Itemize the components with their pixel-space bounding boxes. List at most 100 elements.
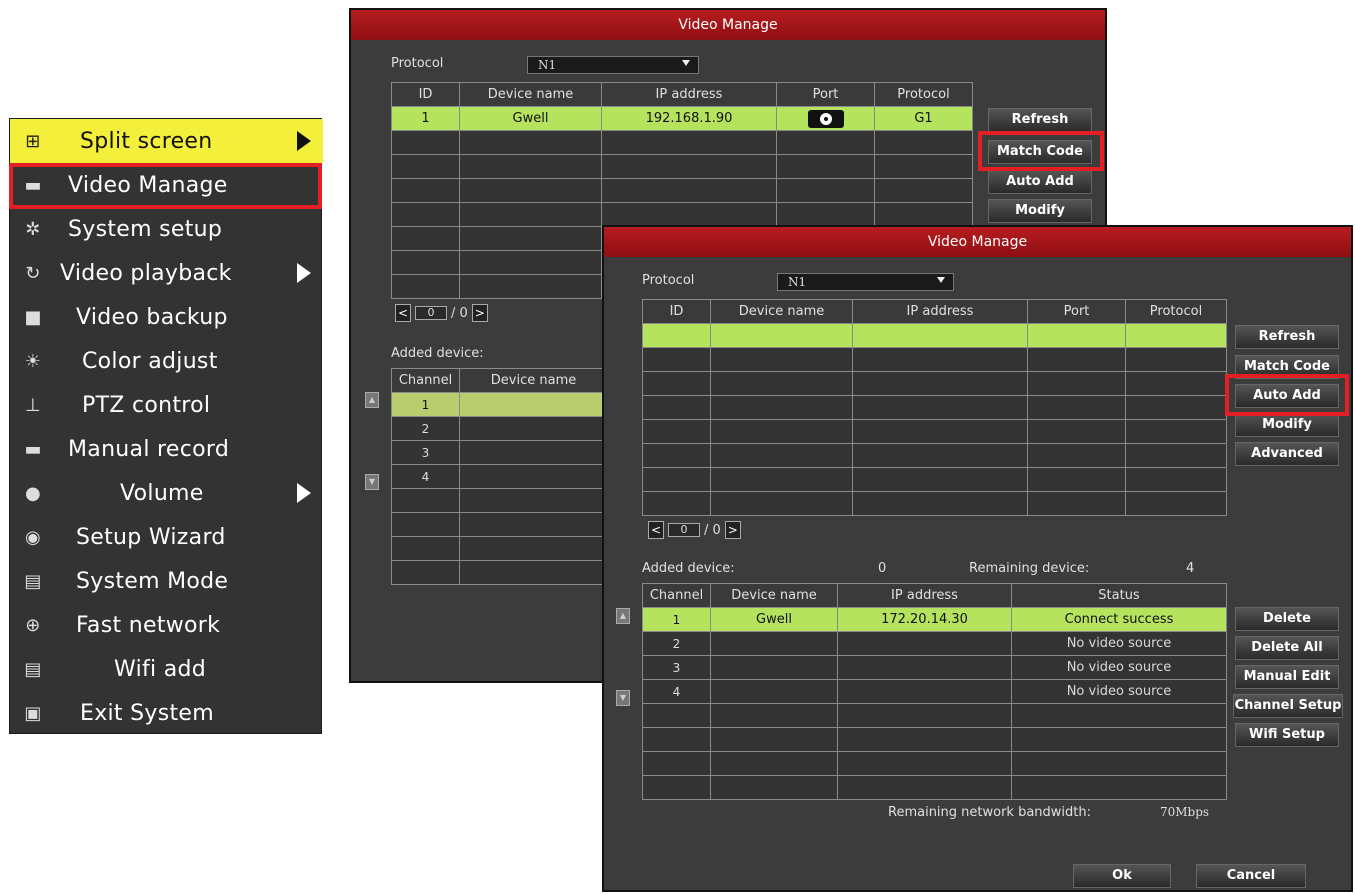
table-row[interactable]: 3 xyxy=(391,440,608,465)
col-device-name: Device name xyxy=(710,583,838,608)
menu-item-wifi-add[interactable]: ▤ Wifi add xyxy=(10,647,323,691)
cell-ip: 192.168.1.90 xyxy=(601,106,777,131)
page-input[interactable]: 0 xyxy=(668,523,700,537)
table-row[interactable] xyxy=(391,488,608,513)
ok-button[interactable]: Ok xyxy=(1073,864,1171,888)
table-row[interactable] xyxy=(391,178,973,203)
scroll-down-button[interactable]: ▼ xyxy=(365,474,379,490)
delete-all-button[interactable]: Delete All xyxy=(1235,636,1339,660)
menu-item-label: Wifi add xyxy=(114,656,207,682)
cell-ip xyxy=(837,655,1012,680)
cell-channel: 2 xyxy=(391,416,460,441)
delete-button[interactable]: Delete xyxy=(1235,607,1339,631)
next-page-button[interactable]: > xyxy=(724,521,741,539)
table-row[interactable]: 2 No video source xyxy=(642,631,1227,656)
menu-item-label: Exit System xyxy=(80,700,214,726)
prev-page-button[interactable]: < xyxy=(648,521,664,539)
table-row[interactable] xyxy=(642,467,1227,492)
table-row[interactable] xyxy=(642,395,1227,420)
menu-item-manual-record[interactable]: ▬ Manual record xyxy=(10,427,323,471)
table-row[interactable] xyxy=(642,751,1227,776)
menu-item-video-playback[interactable]: ↻ Video playback xyxy=(10,251,323,295)
table-row[interactable]: 1 Gwell 172.20.14.30 Connect success xyxy=(642,607,1227,632)
table-row[interactable]: 4 No video source xyxy=(642,679,1227,704)
modify-button[interactable]: Modify xyxy=(1235,413,1339,437)
cell-channel: 3 xyxy=(391,440,460,465)
eye-icon[interactable] xyxy=(807,109,844,128)
menu-item-volume[interactable]: ● Volume xyxy=(10,471,323,515)
camera-icon: ▬ xyxy=(24,174,42,196)
added-device-table: Channel Device name 1 2 3 4 xyxy=(391,368,608,585)
scroll-down-button[interactable]: ▼ xyxy=(616,690,630,706)
col-ip-address: IP address xyxy=(837,583,1012,608)
remaining-device-count: 4 xyxy=(1186,561,1195,576)
cell-device-name xyxy=(710,679,838,704)
cell-device-name xyxy=(710,631,838,656)
prev-page-button[interactable]: < xyxy=(395,304,411,322)
protocol-select[interactable]: N1 xyxy=(777,273,954,291)
wifi-setup-button[interactable]: Wifi Setup xyxy=(1235,723,1339,747)
chevron-down-icon xyxy=(937,277,945,283)
record-icon: ▬ xyxy=(24,438,42,460)
chevron-right-icon xyxy=(297,131,311,151)
match-code-button[interactable]: Match Code xyxy=(1235,355,1339,379)
refresh-button[interactable]: Refresh xyxy=(988,108,1092,132)
cancel-button[interactable]: Cancel xyxy=(1196,864,1306,888)
cell-channel: 1 xyxy=(391,392,460,417)
table-row[interactable] xyxy=(391,154,973,179)
menu-item-split-screen[interactable]: ⊞ Split screen xyxy=(10,119,323,163)
menu-item-system-mode[interactable]: ▤ System Mode xyxy=(10,559,323,603)
table-row[interactable]: 3 No video source xyxy=(642,655,1227,680)
ptz-icon: ⊥ xyxy=(25,394,41,416)
table-row[interactable] xyxy=(642,419,1227,444)
scroll-up-button[interactable]: ▲ xyxy=(616,608,630,624)
table-row[interactable] xyxy=(391,202,973,227)
refresh-button[interactable]: Refresh xyxy=(1235,325,1339,349)
table-row[interactable] xyxy=(391,560,608,585)
menu-item-system-setup[interactable]: ✲ System setup xyxy=(10,207,323,251)
next-page-button[interactable]: > xyxy=(471,304,488,322)
table-row[interactable]: 1 Gwell 192.168.1.90 G1 xyxy=(391,106,973,131)
table-row[interactable] xyxy=(642,371,1227,396)
match-code-button[interactable]: Match Code xyxy=(988,140,1092,164)
auto-add-button[interactable]: Auto Add xyxy=(1235,384,1339,408)
table-row[interactable] xyxy=(642,347,1227,372)
table-row[interactable]: 4 xyxy=(391,464,608,489)
table-row[interactable] xyxy=(391,512,608,537)
menu-item-video-backup[interactable]: ■ Video backup xyxy=(10,295,323,339)
table-row[interactable] xyxy=(642,727,1227,752)
table-row[interactable] xyxy=(642,775,1227,800)
gear-icon: ✲ xyxy=(25,218,41,240)
search-device-table: ID Device name IP address Port Protocol xyxy=(642,299,1227,516)
table-row[interactable] xyxy=(642,491,1227,516)
table-row[interactable]: 2 xyxy=(391,416,608,441)
advanced-button[interactable]: Advanced xyxy=(1235,442,1339,466)
modify-button[interactable]: Modify xyxy=(988,199,1092,223)
table-row[interactable] xyxy=(642,703,1227,728)
manual-edit-button[interactable]: Manual Edit xyxy=(1235,665,1339,689)
col-port: Port xyxy=(776,82,875,107)
menu-item-video-manage[interactable]: ▬ Video Manage xyxy=(10,163,323,207)
col-protocol: Protocol xyxy=(874,82,973,107)
auto-add-button[interactable]: Auto Add xyxy=(988,170,1092,194)
menu-item-color-adjust[interactable]: ☀ Color adjust xyxy=(10,339,323,383)
table-row[interactable] xyxy=(391,130,973,155)
col-device-name: Device name xyxy=(459,82,602,107)
table-row[interactable] xyxy=(391,536,608,561)
document-gear-icon: ▤ xyxy=(24,570,42,592)
brightness-icon: ☀ xyxy=(24,350,42,372)
backup-icon: ■ xyxy=(24,306,42,328)
channel-setup-button[interactable]: Channel Setup xyxy=(1233,694,1343,718)
menu-item-exit-system[interactable]: ▣ Exit System xyxy=(10,691,323,735)
page-input[interactable]: 0 xyxy=(415,306,447,320)
table-row[interactable] xyxy=(642,323,1227,348)
scroll-up-button[interactable]: ▲ xyxy=(365,392,379,408)
menu-item-ptz-control[interactable]: ⊥ PTZ control xyxy=(10,383,323,427)
table-row[interactable]: 1 xyxy=(391,392,608,417)
col-device-name: Device name xyxy=(710,299,853,324)
menu-item-setup-wizard[interactable]: ◉ Setup Wizard xyxy=(10,515,323,559)
table-header: Channel Device name IP address Status xyxy=(642,583,1227,608)
menu-item-fast-network[interactable]: ⊕ Fast network xyxy=(10,603,323,647)
table-row[interactable] xyxy=(642,443,1227,468)
protocol-select[interactable]: N1 xyxy=(527,56,699,74)
